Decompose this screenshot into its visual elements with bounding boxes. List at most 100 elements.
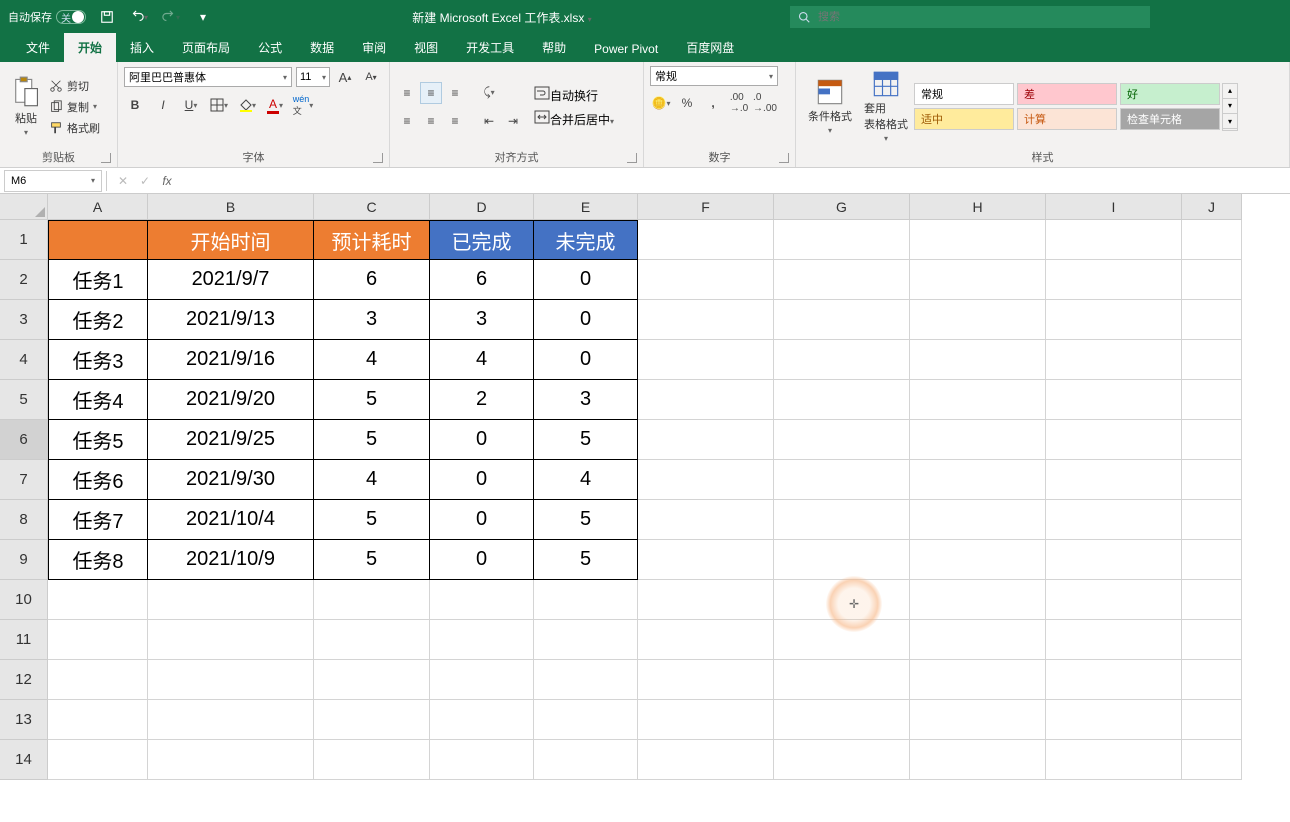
- decrease-decimal-button[interactable]: .0→.00: [754, 92, 776, 114]
- row-header-12[interactable]: 12: [0, 660, 48, 700]
- font-size-select[interactable]: 11▾: [296, 67, 330, 87]
- font-color-button[interactable]: A▾: [264, 94, 286, 116]
- row-header-14[interactable]: 14: [0, 740, 48, 780]
- cell-B11[interactable]: [148, 620, 314, 660]
- tab-视图[interactable]: 视图: [400, 33, 452, 62]
- cell-A12[interactable]: [48, 660, 148, 700]
- tab-审阅[interactable]: 审阅: [348, 33, 400, 62]
- cell-F1[interactable]: [638, 220, 774, 260]
- cell-E6[interactable]: 5: [534, 420, 638, 460]
- cell-J13[interactable]: [1182, 700, 1242, 740]
- col-header-G[interactable]: G: [774, 194, 910, 220]
- number-format-select[interactable]: 常规▾: [650, 66, 778, 86]
- cell-E10[interactable]: [534, 580, 638, 620]
- cell-D7[interactable]: 0: [430, 460, 534, 500]
- cell-G10[interactable]: [774, 580, 910, 620]
- search-input[interactable]: [818, 11, 1142, 23]
- currency-button[interactable]: 🪙▾: [650, 92, 672, 114]
- font-dialog-launcher[interactable]: [373, 153, 383, 163]
- decrease-indent-button[interactable]: ⇤: [478, 110, 500, 132]
- cell-D3[interactable]: 3: [430, 300, 534, 340]
- cell-D6[interactable]: 0: [430, 420, 534, 460]
- cell-B12[interactable]: [148, 660, 314, 700]
- cell-C12[interactable]: [314, 660, 430, 700]
- cell-A10[interactable]: [48, 580, 148, 620]
- row-header-2[interactable]: 2: [0, 260, 48, 300]
- row-header-8[interactable]: 8: [0, 500, 48, 540]
- cell-I11[interactable]: [1046, 620, 1182, 660]
- style-check[interactable]: 检查单元格: [1120, 108, 1220, 130]
- cell-C10[interactable]: [314, 580, 430, 620]
- col-header-A[interactable]: A: [48, 194, 148, 220]
- cell-F14[interactable]: [638, 740, 774, 780]
- row-header-4[interactable]: 4: [0, 340, 48, 380]
- customize-qat[interactable]: ▾: [192, 6, 214, 28]
- cell-E14[interactable]: [534, 740, 638, 780]
- cell-G1[interactable]: [774, 220, 910, 260]
- orientation-button[interactable]: ⤹▾: [478, 82, 500, 104]
- cell-J4[interactable]: [1182, 340, 1242, 380]
- cell-E8[interactable]: 5: [534, 500, 638, 540]
- cell-C3[interactable]: 3: [314, 300, 430, 340]
- cell-E3[interactable]: 0: [534, 300, 638, 340]
- cell-B1[interactable]: 开始时间: [148, 220, 314, 260]
- cell-B6[interactable]: 2021/9/25: [148, 420, 314, 460]
- fill-color-button[interactable]: ▾: [236, 94, 258, 116]
- align-left-button[interactable]: ≡: [396, 110, 418, 132]
- cell-E13[interactable]: [534, 700, 638, 740]
- cell-G9[interactable]: [774, 540, 910, 580]
- cell-G8[interactable]: [774, 500, 910, 540]
- align-middle-button[interactable]: ≡: [420, 82, 442, 104]
- cell-J1[interactable]: [1182, 220, 1242, 260]
- col-header-C[interactable]: C: [314, 194, 430, 220]
- row-header-6[interactable]: 6: [0, 420, 48, 460]
- cell-H10[interactable]: [910, 580, 1046, 620]
- format-table-button[interactable]: 套用 表格格式▾: [858, 68, 914, 145]
- cell-H2[interactable]: [910, 260, 1046, 300]
- align-right-button[interactable]: ≡: [444, 110, 466, 132]
- cell-C8[interactable]: 5: [314, 500, 430, 540]
- cell-G12[interactable]: [774, 660, 910, 700]
- col-header-D[interactable]: D: [430, 194, 534, 220]
- cell-F11[interactable]: [638, 620, 774, 660]
- cell-B8[interactable]: 2021/10/4: [148, 500, 314, 540]
- cell-C4[interactable]: 4: [314, 340, 430, 380]
- cell-A2[interactable]: 任务1: [48, 260, 148, 300]
- save-button[interactable]: [96, 6, 118, 28]
- cell-B13[interactable]: [148, 700, 314, 740]
- cell-F12[interactable]: [638, 660, 774, 700]
- cell-F2[interactable]: [638, 260, 774, 300]
- cell-J8[interactable]: [1182, 500, 1242, 540]
- autosave-toggle[interactable]: 自动保存 关: [8, 9, 86, 25]
- row-header-10[interactable]: 10: [0, 580, 48, 620]
- comma-button[interactable]: ,: [702, 92, 724, 114]
- cell-J3[interactable]: [1182, 300, 1242, 340]
- cell-A4[interactable]: 任务3: [48, 340, 148, 380]
- row-header-9[interactable]: 9: [0, 540, 48, 580]
- cell-H6[interactable]: [910, 420, 1046, 460]
- cell-D13[interactable]: [430, 700, 534, 740]
- cell-G11[interactable]: [774, 620, 910, 660]
- cell-H12[interactable]: [910, 660, 1046, 700]
- cancel-formula-button[interactable]: ✕: [113, 174, 133, 188]
- cell-E11[interactable]: [534, 620, 638, 660]
- bold-button[interactable]: B: [124, 94, 146, 116]
- cell-B10[interactable]: [148, 580, 314, 620]
- cell-G14[interactable]: [774, 740, 910, 780]
- tab-Power Pivot[interactable]: Power Pivot: [580, 36, 672, 62]
- cell-F7[interactable]: [638, 460, 774, 500]
- cell-I6[interactable]: [1046, 420, 1182, 460]
- tab-数据[interactable]: 数据: [296, 33, 348, 62]
- cut-button[interactable]: 剪切: [46, 77, 103, 95]
- align-top-button[interactable]: ≡: [396, 82, 418, 104]
- cell-I13[interactable]: [1046, 700, 1182, 740]
- row-header-13[interactable]: 13: [0, 700, 48, 740]
- cell-G7[interactable]: [774, 460, 910, 500]
- cell-D4[interactable]: 4: [430, 340, 534, 380]
- cell-C11[interactable]: [314, 620, 430, 660]
- tab-帮助[interactable]: 帮助: [528, 33, 580, 62]
- align-bottom-button[interactable]: ≡: [444, 82, 466, 104]
- cell-J7[interactable]: [1182, 460, 1242, 500]
- cell-F6[interactable]: [638, 420, 774, 460]
- cell-G2[interactable]: [774, 260, 910, 300]
